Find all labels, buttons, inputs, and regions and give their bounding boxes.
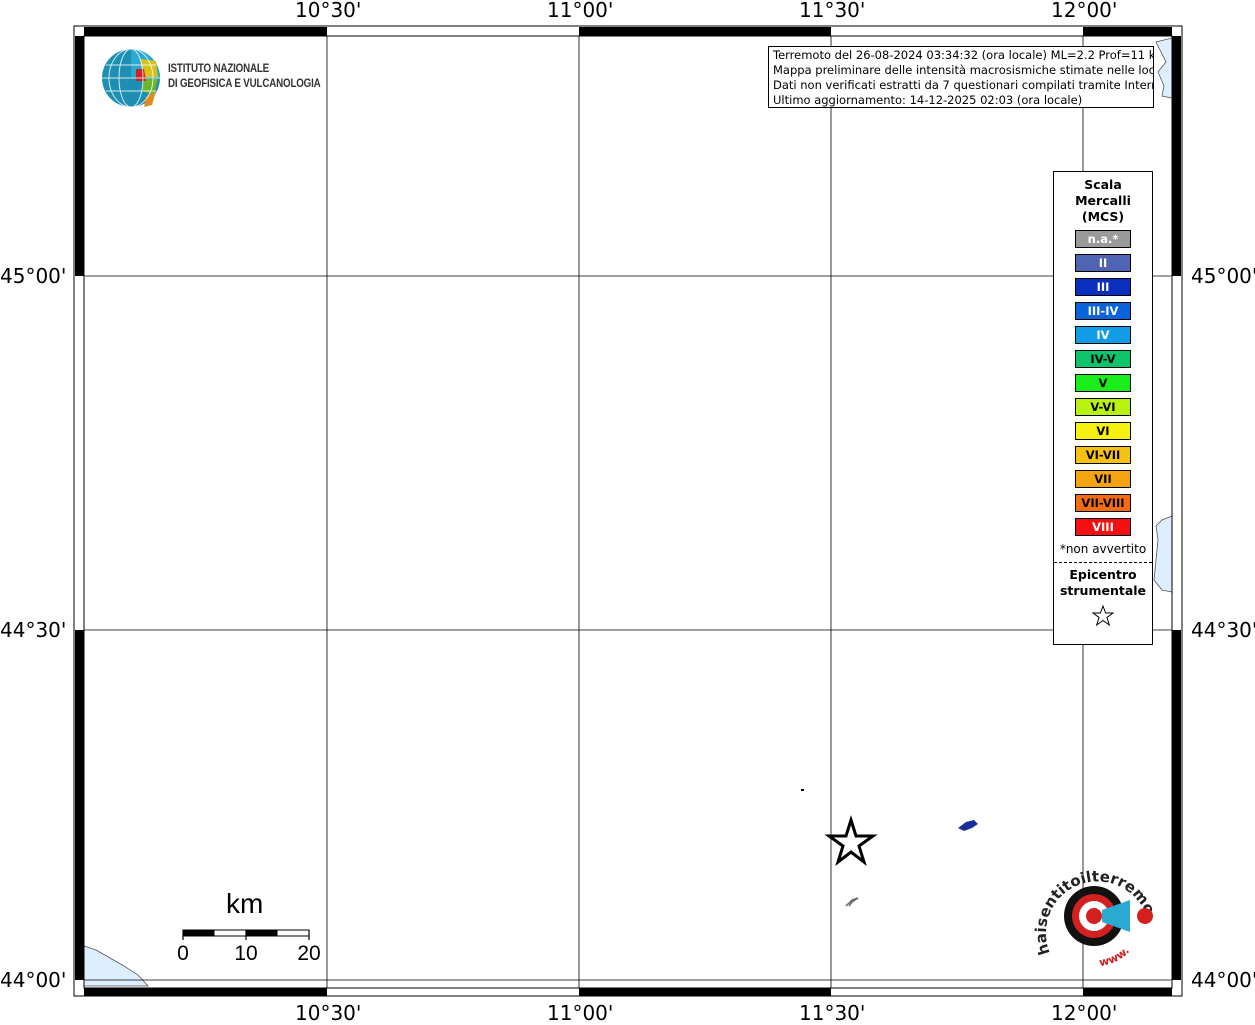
lat-label: 44°30': [1191, 618, 1255, 642]
logo-url-text: www.: [1098, 944, 1132, 969]
legend-item-7: V-VI: [1075, 398, 1131, 416]
lon-label: 11°30': [799, 1001, 866, 1025]
institution-line2: DI GEOFISICA E VULCANOLOGIA: [168, 78, 321, 90]
sea-area-east-lower: [1153, 515, 1173, 593]
mcs-legend: Scala Mercalli (MCS) n.a.* II III III-IV IV I…: [1053, 171, 1153, 645]
legend-title-line: Scala: [1084, 177, 1122, 192]
scale-unit: km: [226, 888, 264, 919]
epicenter-star-icon: [824, 814, 878, 867]
lon-label: 11°30': [799, 0, 866, 22]
event-title: Terremoto del 26-08-2024 03:34:32 (ora l…: [773, 48, 1154, 62]
lon-label: 11°00': [547, 1001, 614, 1025]
legend-divider: [1054, 562, 1152, 563]
event-info-box: Terremoto del 26-08-2024 03:34:32 (ora l…: [768, 46, 1154, 108]
legend-item-12: VIII: [1075, 518, 1131, 536]
legend-epicenter-line: Epicentro: [1069, 567, 1137, 582]
legend-epicenter-label: Epicentro strumentale: [1054, 567, 1152, 599]
institution-line1: ISTITUTO NAZIONALE: [168, 63, 270, 75]
legend-note: *non avvertito: [1059, 542, 1147, 556]
legend-item-0: n.a.*: [1075, 230, 1131, 248]
legend-item-6: V: [1075, 374, 1131, 392]
legend-item-2: III: [1075, 278, 1131, 296]
legend-title-line: (MCS): [1081, 209, 1125, 224]
scale-label: 20: [297, 942, 321, 965]
river-feature: [845, 897, 859, 907]
legend-item-3: III-IV: [1075, 302, 1131, 320]
lon-label: 12°00': [1051, 0, 1118, 22]
legend-item-8: VI: [1075, 422, 1131, 440]
legend-items: n.a.* II III III-IV IV IV-V V V-VI VI VI-VII VII VI…: [1054, 230, 1152, 536]
lake-feature: [958, 820, 978, 831]
legend-title: Scala Mercalli (MCS): [1054, 177, 1152, 225]
lon-label: 10°30': [295, 1001, 362, 1025]
scale-ruler: [182, 929, 310, 940]
legend-item-4: IV: [1075, 326, 1131, 344]
scale-label: 0: [177, 942, 189, 965]
lat-label: 44°00': [1191, 968, 1255, 992]
lat-label: 44°00': [0, 968, 67, 992]
graticule: [84, 36, 1172, 988]
legend-item-1: II: [1075, 254, 1131, 272]
scale-label: 10: [234, 942, 258, 965]
town-dot: [801, 789, 804, 791]
globe-icon: [102, 48, 160, 108]
legend-item-5: IV-V: [1075, 350, 1131, 368]
lon-label: 10°30': [295, 0, 362, 22]
legend-title-line: Mercalli: [1075, 193, 1131, 208]
legend-item-11: VII-VIII: [1075, 494, 1131, 512]
svg-text:www.: www.: [1098, 944, 1132, 969]
haisentito-logo: haisentitoilterremoto.it www.: [1025, 844, 1165, 978]
ingv-logo: ISTITUTO NAZIONALE DI GEOFISICA E VULCAN…: [100, 47, 321, 111]
legend-star-icon: [1054, 604, 1152, 631]
sea-area-east-upper: [1155, 37, 1173, 99]
legend-item-10: VII: [1075, 470, 1131, 488]
lon-label: 11°00': [547, 0, 614, 22]
lat-label: 45°00': [0, 264, 67, 288]
legend-epicenter-line: strumentale: [1059, 583, 1147, 598]
lat-label: 45°00': [1191, 264, 1255, 288]
last-update: Ultimo aggiornamento: 14-12-2025 02:03 (…: [773, 93, 1083, 107]
map-description: Mappa preliminare delle intensità macros…: [773, 63, 1154, 77]
legend-item-9: VI-VII: [1075, 446, 1131, 464]
data-note: Dati non verificati estratti da 7 questi…: [773, 78, 1154, 92]
lon-label: 12°00': [1051, 1001, 1118, 1025]
scale-bar: km 0 10 20: [170, 888, 330, 978]
lat-label: 44°30': [0, 618, 67, 642]
map-frame: [73, 25, 1183, 997]
